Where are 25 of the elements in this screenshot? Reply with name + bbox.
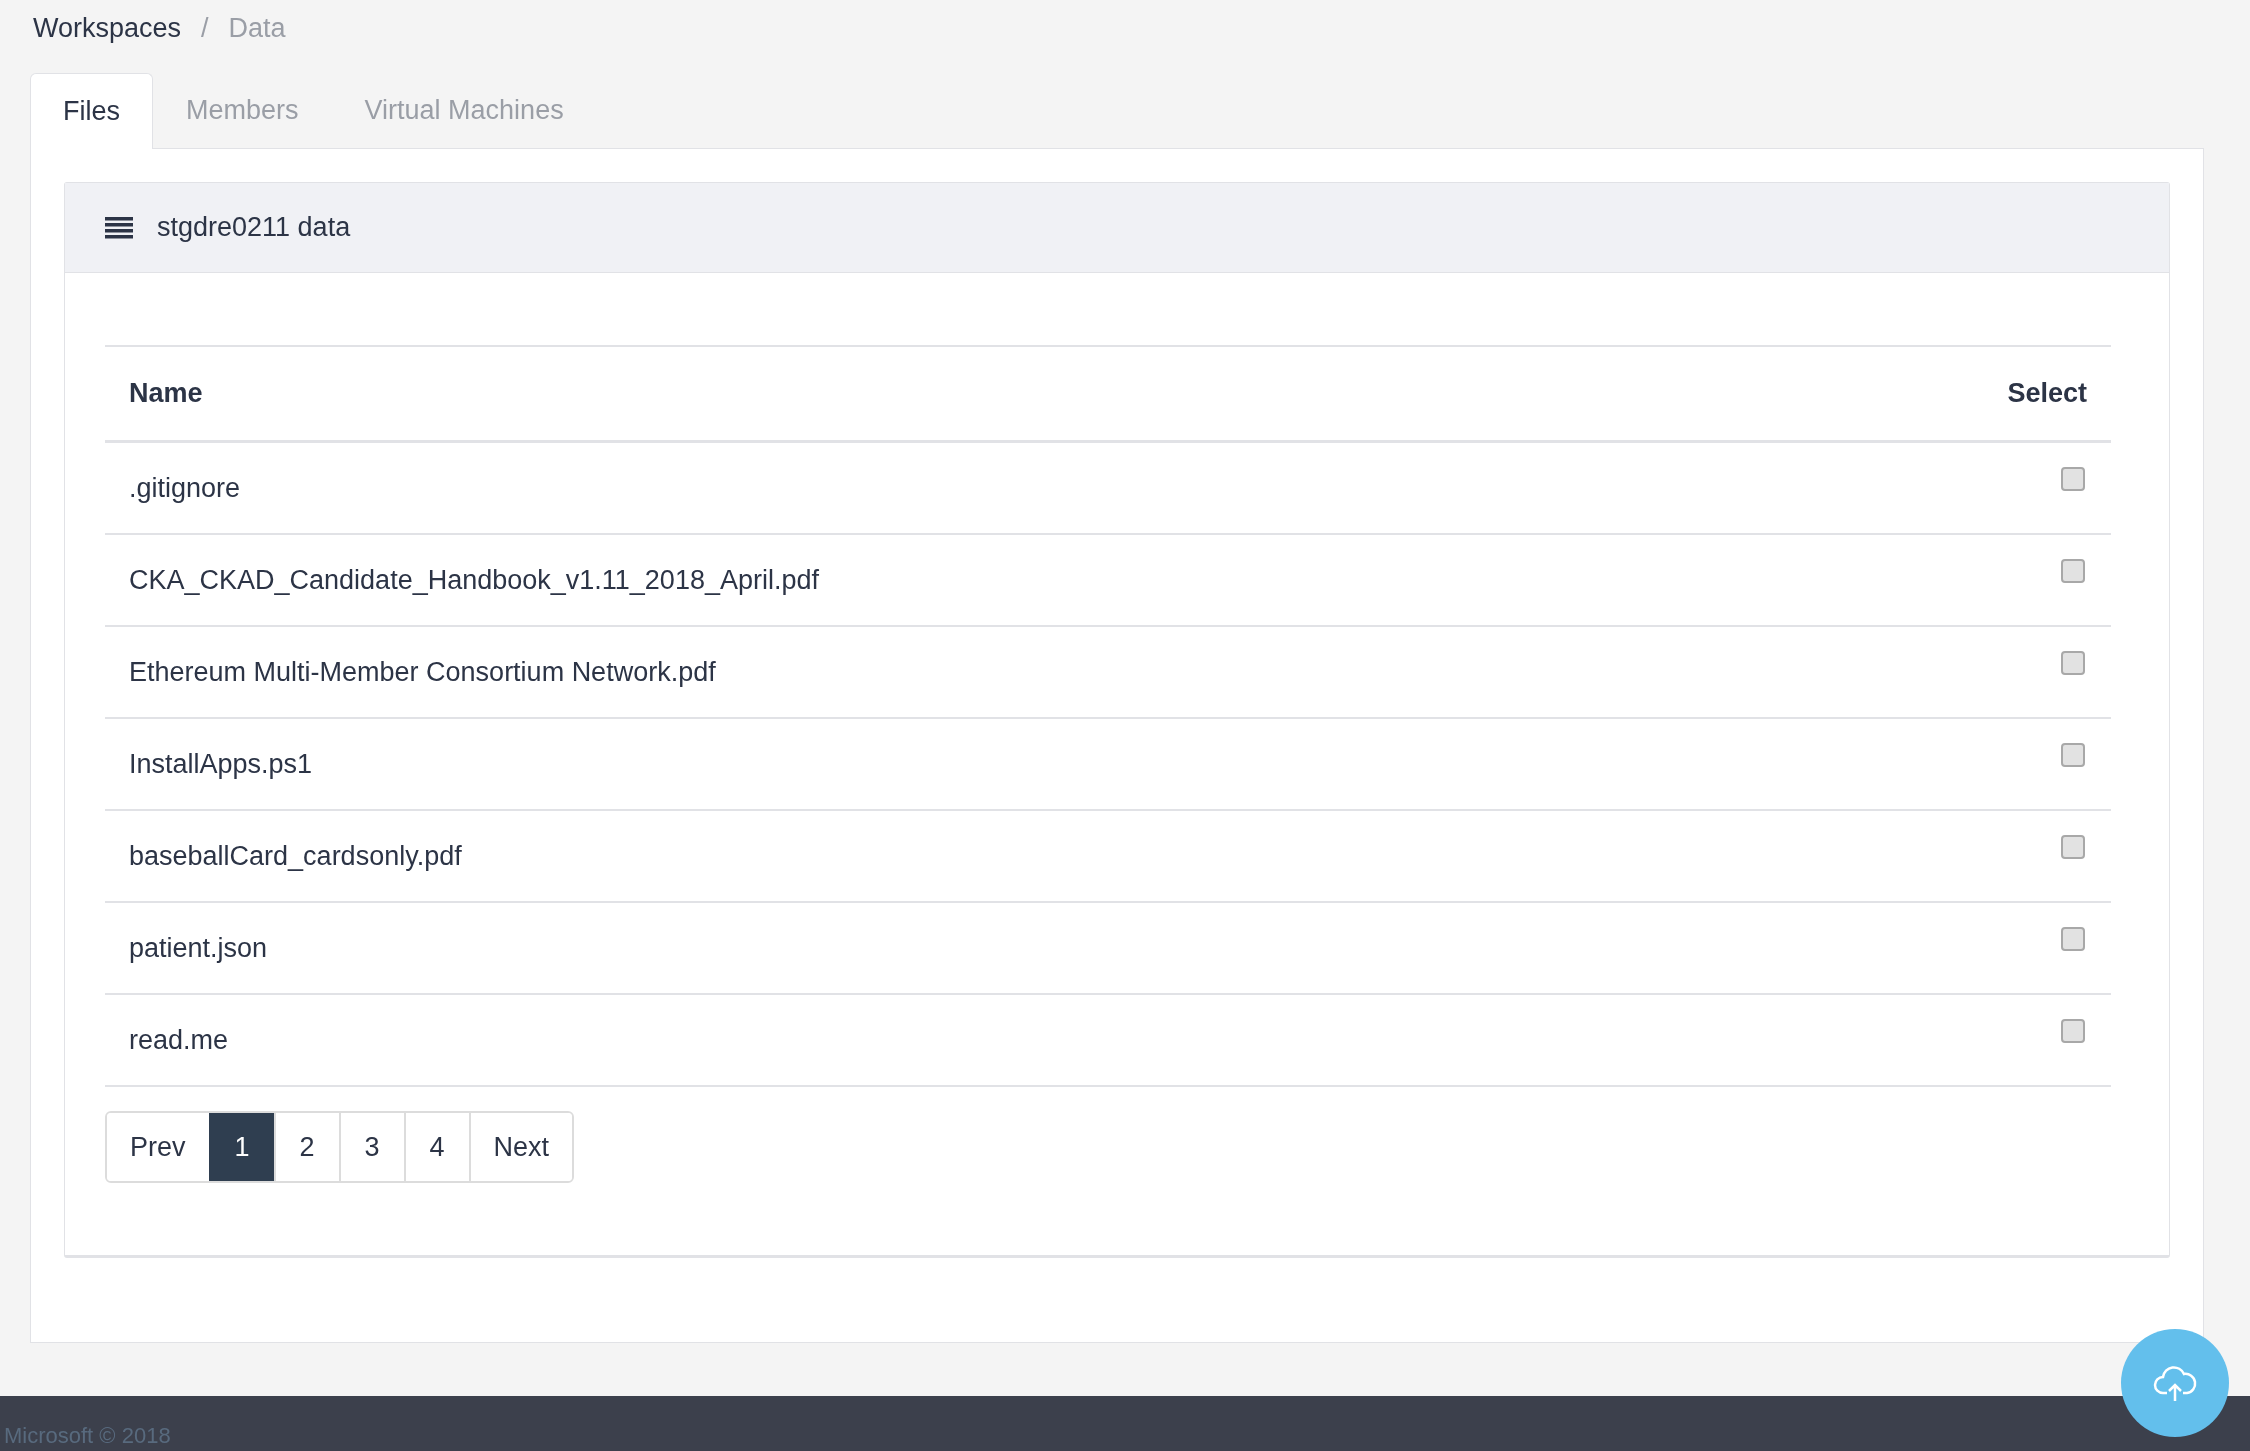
checkbox[interactable] bbox=[2061, 834, 2085, 859]
column-header: Name bbox=[105, 346, 1856, 442]
checkbox[interactable] bbox=[2061, 650, 2085, 675]
file-name: patient.json bbox=[105, 902, 1856, 994]
card-title: stgdre0211 data bbox=[157, 212, 351, 243]
checkbox[interactable] bbox=[2061, 926, 2085, 951]
checkbox[interactable] bbox=[2061, 466, 2085, 491]
breadcrumb-item[interactable]: Workspaces bbox=[33, 13, 182, 72]
file-name: baseballCard_cardsonly.pdf bbox=[105, 810, 1856, 902]
file-name: .gitignore bbox=[105, 441, 1856, 534]
tab[interactable]: Files bbox=[30, 73, 153, 149]
file-name: CKA_CKAD_Candidate_Handbook_v1.11_2018_April.pdf bbox=[105, 534, 1856, 626]
page-button[interactable]: 1 bbox=[208, 1113, 274, 1181]
column-header: Select bbox=[1855, 346, 2111, 442]
file-name: Ethereum Multi-Member Consortium Network.pdf bbox=[105, 626, 1856, 718]
page-button[interactable]: Next bbox=[468, 1113, 573, 1181]
breadcrumb-item: Data bbox=[228, 13, 286, 45]
checkbox[interactable] bbox=[2061, 558, 2085, 583]
file-name: read.me bbox=[105, 994, 1856, 1086]
cloud-upload-icon bbox=[2153, 1363, 2197, 1403]
breadcrumb-separator: / bbox=[201, 13, 209, 45]
checkbox[interactable] bbox=[2061, 1018, 2085, 1043]
checkbox[interactable] bbox=[2061, 742, 2085, 767]
file-name: InstallApps.ps1 bbox=[105, 718, 1856, 810]
list-icon bbox=[105, 216, 133, 239]
